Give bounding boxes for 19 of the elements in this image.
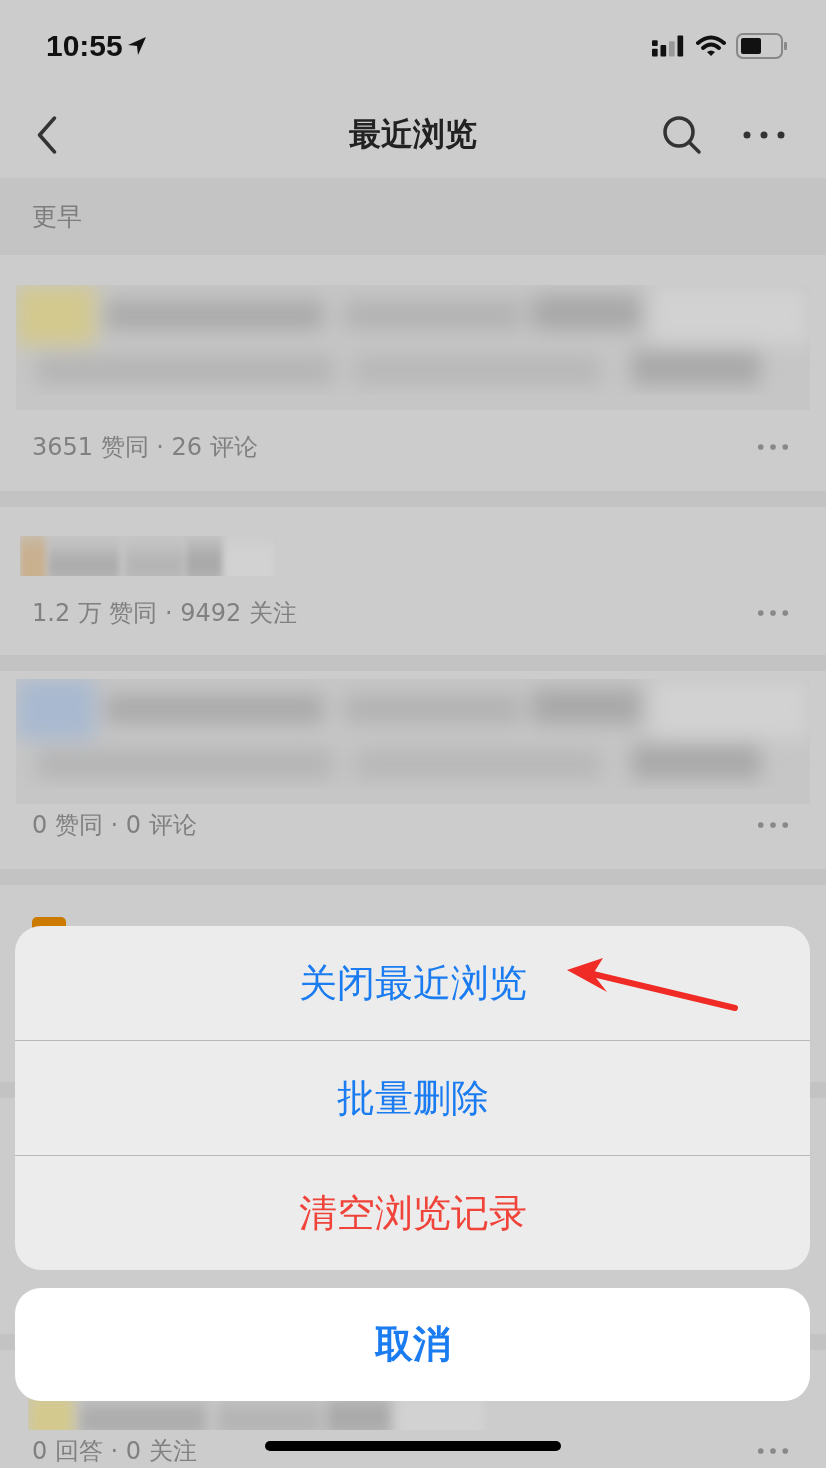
page-title: 最近浏览 <box>348 114 478 155</box>
list-card[interactable]: 3651 赞同 · 26 评论 <box>0 255 826 491</box>
search-button[interactable] <box>660 113 704 157</box>
list-card[interactable]: 1.2 万 赞同 · 9492 关注 <box>0 507 826 655</box>
wifi-icon <box>696 35 726 57</box>
item-stats: 1.2 万 赞同 · 9492 关注 <box>32 598 298 628</box>
menu-option[interactable]: 关闭最近浏览 <box>15 926 810 1040</box>
menu-option[interactable]: 清空浏览记录 <box>15 1155 810 1270</box>
location-arrow-icon <box>126 36 147 56</box>
item-stats: 0 回答 · 0 关注 <box>32 1436 197 1466</box>
list-card[interactable]: 0 赞同 · 0 评论 <box>0 671 826 869</box>
signal-icon <box>652 35 686 57</box>
clock-time: 10:55 <box>46 29 123 63</box>
section-header: 更早 <box>32 201 82 233</box>
cancel-button[interactable]: 取消 <box>15 1288 810 1401</box>
item-stats: 3651 赞同 · 26 评论 <box>32 432 258 462</box>
menu-option[interactable]: 批量删除 <box>15 1040 810 1155</box>
battery-icon <box>736 33 788 59</box>
item-stats: 0 赞同 · 0 评论 <box>32 810 197 840</box>
